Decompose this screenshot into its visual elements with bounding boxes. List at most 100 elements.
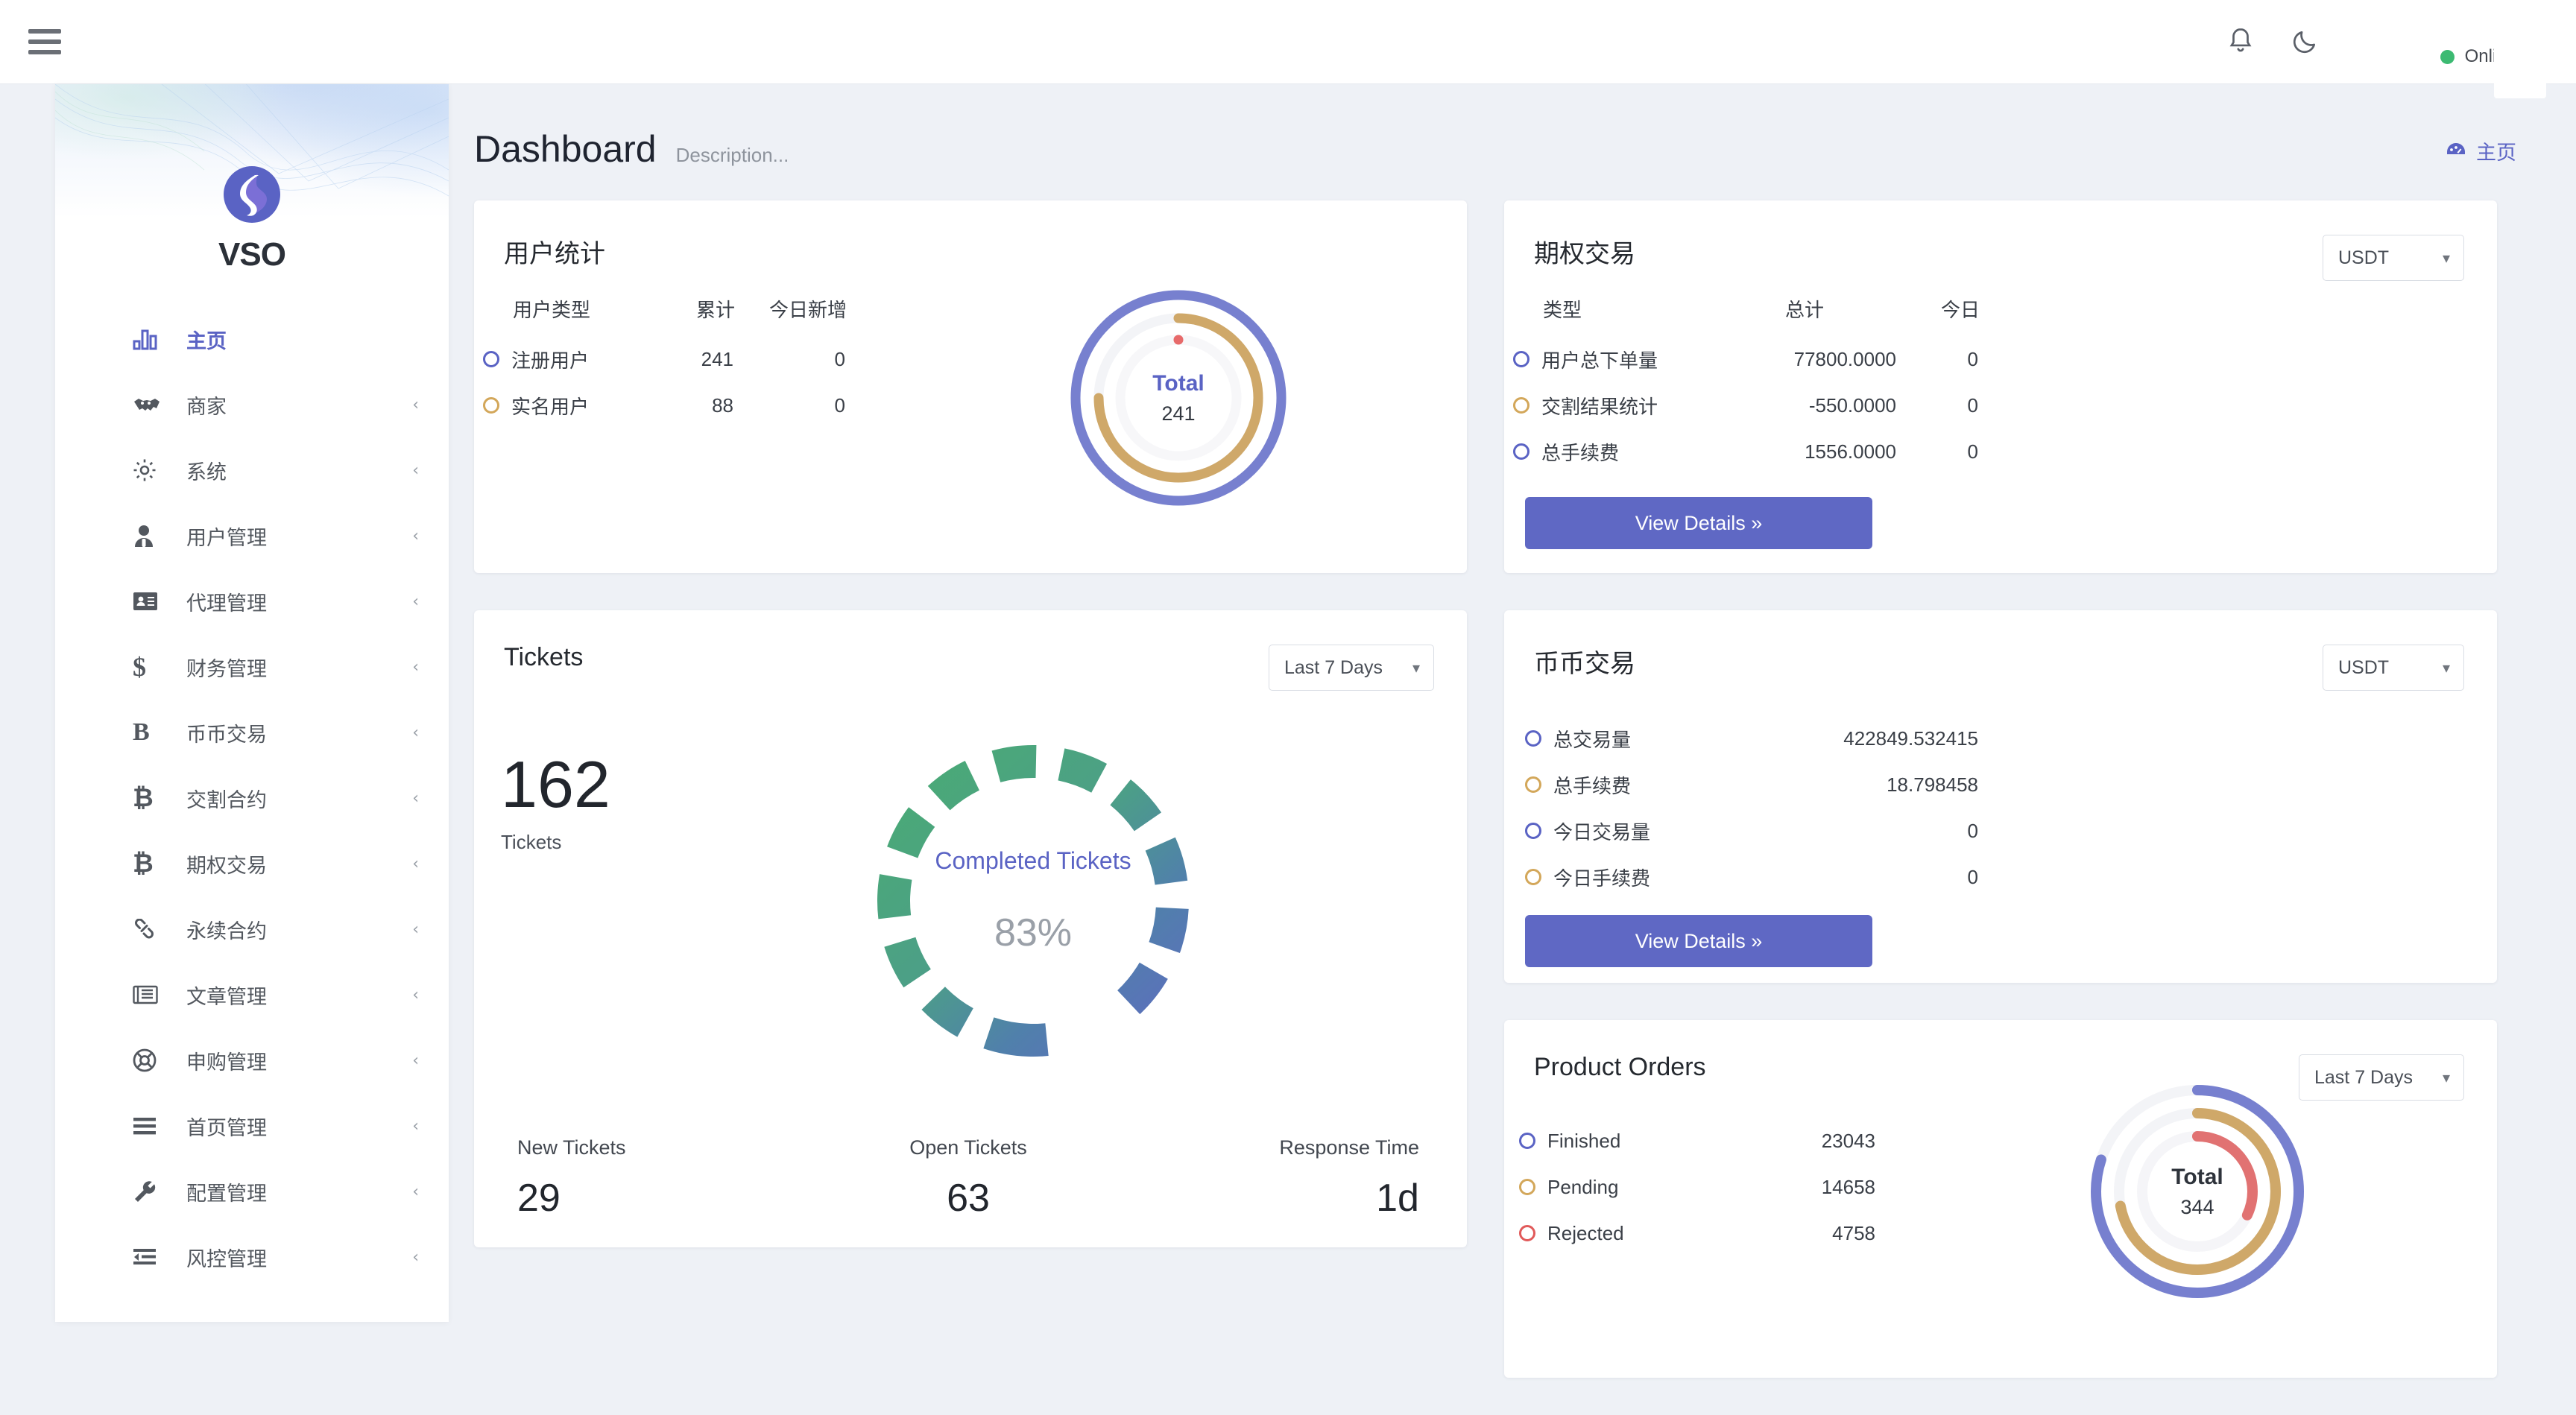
orders-range-select[interactable]: Last 7 Days ▾ <box>2299 1054 2464 1101</box>
sidebar-item-risk-management[interactable]: 风控管理 ‹ <box>55 1224 449 1290</box>
legend-ring-icon <box>483 397 499 414</box>
hamburger-icon[interactable] <box>28 29 61 54</box>
lifebuoy-icon <box>133 1048 165 1072</box>
chevron-left-icon: ‹ <box>412 395 419 414</box>
chevron-left-icon: ‹ <box>412 460 419 480</box>
tickets-card: Tickets Last 7 Days ▾ 162 Tickets Comple… <box>474 610 1467 1247</box>
sidebar-item-label: 商家 <box>186 395 227 418</box>
chevron-down-icon: ▾ <box>2442 659 2450 677</box>
table-row: 用户总下单量 77800.0000 0 <box>1504 336 2497 382</box>
tickets-count-block: 162 Tickets <box>501 752 610 854</box>
table-header-row: 用户类型 累计 今日新增 <box>474 295 1467 323</box>
coin-view-details-button[interactable]: View Details » <box>1525 915 1872 967</box>
id-card-icon <box>133 591 165 612</box>
sidebar-item-finance-management[interactable]: $ 财务管理 ‹ <box>55 634 449 700</box>
hamburger-bar <box>28 50 61 54</box>
wrench-icon <box>133 1180 165 1203</box>
gauge-label: Completed Tickets <box>935 846 1131 874</box>
options-currency-value: USDT <box>2338 247 2390 268</box>
chevron-left-icon: ‹ <box>412 1116 419 1136</box>
table-header-row: 类型 总计 今日 <box>1504 295 2497 323</box>
moon-icon[interactable] <box>2281 18 2329 66</box>
legend-ring-icon <box>1519 1133 1535 1149</box>
user-stats-card: 用户统计 用户类型 累计 今日新增 注册用户 241 0 实名用户 88 0 T… <box>474 200 1467 573</box>
dashboard-grid: 用户统计 用户类型 累计 今日新增 注册用户 241 0 实名用户 88 0 T… <box>449 171 2576 1415</box>
tickets-footer-item: Response Time 1d <box>1119 1136 1445 1221</box>
left-column: 用户统计 用户类型 累计 今日新增 注册用户 241 0 实名用户 88 0 T… <box>474 200 1467 1415</box>
table-row: 今日交易量 0 <box>1504 808 2497 854</box>
row-today: 0 <box>1967 347 1978 370</box>
table-row: 今日手续费 0 <box>1504 854 2497 900</box>
footer-value: 29 <box>517 1177 561 1220</box>
page-description: Description... <box>675 144 789 166</box>
row-value: 0 <box>1967 865 1978 888</box>
row-label: Finished <box>1547 1129 1621 1152</box>
row-value: 18.798458 <box>1887 773 1978 796</box>
chevron-left-icon: ‹ <box>412 854 419 873</box>
sidebar-item-label: 代理管理 <box>186 592 267 615</box>
row-label: 今日交易量 <box>1553 820 1651 843</box>
options-currency-select[interactable]: USDT ▾ <box>2323 235 2464 281</box>
orders-range-value: Last 7 Days <box>2314 1066 2414 1088</box>
product-orders-card: Product Orders Last 7 Days ▾ Finished 23… <box>1504 1020 2497 1378</box>
chevron-left-icon: ‹ <box>412 788 419 808</box>
row-value: 0 <box>1967 819 1978 842</box>
legend-ring-icon <box>1525 730 1541 747</box>
sidebar-item-label: 交割合约 <box>186 788 267 811</box>
footer-label: New Tickets <box>517 1136 626 1159</box>
hamburger-bar <box>28 29 61 34</box>
chevron-down-icon: ▾ <box>2442 249 2450 267</box>
tickets-range-select[interactable]: Last 7 Days ▾ <box>1269 645 1434 691</box>
sidebar-item-home[interactable]: 主页 <box>55 306 449 372</box>
row-today: 0 <box>1967 393 1978 417</box>
row-today: 0 <box>834 347 845 370</box>
donut-center-label: Total 344 <box>2086 1080 2309 1303</box>
notification-bell-icon[interactable] <box>2217 18 2264 66</box>
sidebar-item-delivery-contract[interactable]: ₿ 交割合约 ‹ <box>55 765 449 831</box>
coin-currency-select[interactable]: USDT ▾ <box>2323 645 2464 691</box>
brand-name: VSO <box>218 236 286 273</box>
user-stats-donut-chart: Total 241 <box>1067 286 1290 510</box>
sidebar-item-subscription-management[interactable]: 申购管理 ‹ <box>55 1028 449 1093</box>
footer-label: Response Time <box>1279 1136 1419 1159</box>
tickets-count: 162 <box>501 747 610 821</box>
sidebar-item-label: 永续合约 <box>186 919 267 943</box>
sidebar-item-config-management[interactable]: 配置管理 ‹ <box>55 1159 449 1224</box>
sidebar-item-perpetual-contract[interactable]: 永续合约 ‹ <box>55 896 449 962</box>
legend-ring-icon <box>1513 443 1530 460</box>
chevron-left-icon: ‹ <box>412 1051 419 1070</box>
gear-icon <box>133 458 165 482</box>
sidebar-item-merchant[interactable]: 商家 ‹ <box>55 372 449 437</box>
legend-ring-icon <box>1525 823 1541 839</box>
gauge-center-labels: Completed Tickets 83% <box>862 729 1205 1072</box>
sidebar-item-article-management[interactable]: 文章管理 ‹ <box>55 962 449 1028</box>
chevron-left-icon: ‹ <box>412 657 419 677</box>
row-label: Rejected <box>1547 1221 1624 1244</box>
chevron-left-icon: ‹ <box>412 919 419 939</box>
row-label: 总交易量 <box>1553 728 1632 751</box>
row-value: 23043 <box>1821 1129 1875 1152</box>
sidebar-item-coin-trading[interactable]: B 币币交易 ‹ <box>55 700 449 765</box>
sidebar-item-agent-management[interactable]: 代理管理 ‹ <box>55 569 449 634</box>
footer-value: 1d <box>1376 1177 1419 1220</box>
chevron-left-icon: ‹ <box>412 985 419 1004</box>
sidebar-item-user-management[interactable]: 用户管理 ‹ <box>55 503 449 569</box>
table-row: 实名用户 88 0 <box>474 382 1467 428</box>
donut-total-label: Total <box>2171 1164 2223 1189</box>
sidebar-item-label: 申购管理 <box>186 1051 267 1074</box>
sidebar-item-homepage-management[interactable]: 首页管理 ‹ <box>55 1093 449 1159</box>
column-header-type: 用户类型 <box>513 299 591 321</box>
tickets-count-label: Tickets <box>501 831 562 853</box>
sidebar-item-system[interactable]: 系统 ‹ <box>55 437 449 503</box>
sidebar-item-label: 财务管理 <box>186 657 267 680</box>
options-view-details-button[interactable]: View Details » <box>1525 497 1872 549</box>
table-row: Pending 14658 <box>1504 1164 2497 1210</box>
sidebar-item-options-trading[interactable]: ₿ 期权交易 ‹ <box>55 831 449 896</box>
donut-center-label: Total 241 <box>1067 286 1290 510</box>
column-header-type: 类型 <box>1543 299 1582 321</box>
breadcrumb[interactable]: 主页 <box>2445 136 2516 165</box>
row-today: 0 <box>1967 440 1978 463</box>
row-total: 77800.0000 <box>1793 347 1896 370</box>
donut-total-value: 241 <box>1161 402 1196 425</box>
row-value: 14658 <box>1821 1175 1875 1198</box>
